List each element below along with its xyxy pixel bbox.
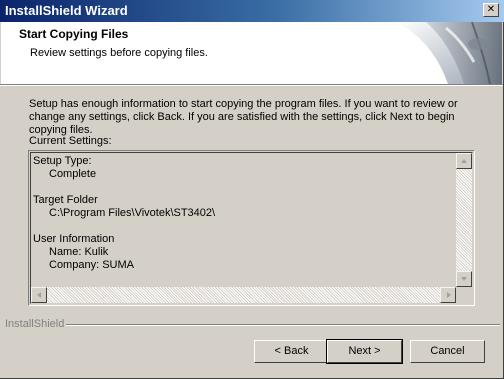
target-folder-label: Target Folder: [33, 194, 98, 206]
user-company-value: Company: SUMA: [49, 259, 134, 271]
arrow-left-icon: [37, 292, 41, 298]
setup-type-label: Setup Type:: [33, 155, 92, 167]
user-information-label: User Information: [33, 233, 115, 245]
current-settings-content: Setup Type: Complete Target Folder C:\Pr…: [33, 155, 453, 285]
installshield-wizard-window: InstallShield Wizard ✕ Start Copying Fil…: [0, 0, 504, 379]
close-icon: ✕: [486, 4, 496, 15]
scroll-left-button[interactable]: [31, 287, 47, 303]
next-button[interactable]: Next >: [326, 339, 403, 364]
scroll-up-button[interactable]: [456, 153, 472, 169]
header-subtitle: Review settings before copying files.: [30, 47, 208, 59]
window-title: InstallShield Wizard: [5, 3, 128, 18]
user-name-value: Name: Kulik: [49, 246, 109, 258]
footer-separator: [66, 324, 500, 326]
scroll-down-button[interactable]: [456, 271, 472, 287]
close-button[interactable]: ✕: [483, 3, 499, 17]
cancel-button[interactable]: Cancel: [410, 340, 485, 363]
installshield-face-graphic: [386, 22, 502, 84]
arrow-up-icon: [461, 159, 467, 163]
arrow-down-icon: [461, 277, 467, 281]
current-settings-viewport: Setup Type: Complete Target Folder C:\Pr…: [30, 152, 473, 304]
header-title: Start Copying Files: [19, 27, 129, 41]
installshield-brand-label: InstallShield: [5, 318, 65, 330]
header-separator: [0, 84, 503, 86]
current-settings-box[interactable]: Setup Type: Complete Target Folder C:\Pr…: [28, 150, 475, 306]
current-settings-label: Current Settings:: [29, 135, 112, 147]
arrow-right-icon: [447, 292, 451, 298]
horizontal-scrollbar[interactable]: [31, 287, 456, 303]
vertical-scrollbar[interactable]: [456, 153, 472, 287]
wizard-header: Start Copying Files Review settings befo…: [1, 22, 502, 84]
target-folder-value: C:\Program Files\Vivotek\ST3402\: [49, 207, 216, 219]
back-button[interactable]: < Back: [254, 340, 329, 363]
title-bar[interactable]: InstallShield Wizard ✕: [0, 0, 504, 22]
intro-text: Setup has enough information to start co…: [29, 98, 458, 136]
scroll-right-button[interactable]: [440, 287, 456, 303]
scrollbar-corner: [456, 287, 472, 303]
setup-type-value: Complete: [49, 168, 97, 180]
